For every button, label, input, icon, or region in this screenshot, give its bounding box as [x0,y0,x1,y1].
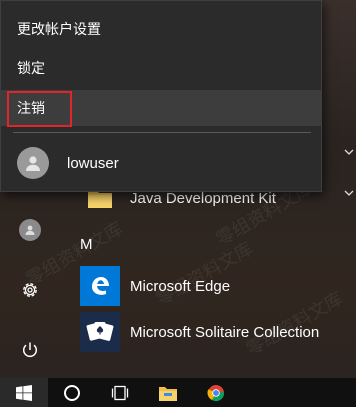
chevron-down-icon[interactable] [344,147,354,157]
app-label: Microsoft Edge [130,277,231,295]
avatar [17,147,49,179]
settings-gear-icon [23,283,37,297]
chevron-down-icon[interactable] [344,188,354,198]
rail-power-button[interactable] [10,330,50,370]
app-item-microsoft-edge[interactable]: Microsoft Edge [80,266,230,306]
menu-item-label: 更改帐户设置 [17,21,101,37]
chrome-icon [207,384,225,401]
current-user-row[interactable]: lowuser [1,141,321,185]
menu-item-label: 锁定 [17,60,45,76]
task-view-button[interactable] [96,378,144,407]
app-label: Java Development Kit [130,189,276,207]
taskbar [0,378,356,407]
menu-divider [13,132,311,133]
user-icon [19,219,41,241]
task-view-icon [111,385,129,400]
edge-icon [80,266,120,306]
start-left-rail [0,180,60,378]
app-item-microsoft-solitaire[interactable]: Microsoft Solitaire Collection [80,312,319,352]
start-button[interactable] [0,378,48,407]
file-explorer-button[interactable] [144,378,192,407]
section-letter-m[interactable]: M [80,236,93,253]
chrome-button[interactable] [192,378,240,407]
cortana-search-button[interactable] [48,378,96,407]
app-label: Microsoft Solitaire Collection [130,323,320,341]
menu-item-lock[interactable]: 锁定 [1,50,321,86]
rail-user-button[interactable] [10,210,50,250]
menu-item-change-account-settings[interactable]: 更改帐户设置 [1,11,321,47]
user-icon [26,156,40,171]
user-name: lowuser [67,154,119,172]
rail-settings-button[interactable] [10,270,50,310]
annotation-highlight-box [7,91,72,127]
solitaire-cards-icon [80,312,120,352]
file-explorer-icon [159,386,177,401]
account-context-menu: 更改帐户设置 锁定 注销 lowuser [0,0,322,192]
windows-start-icon [16,384,32,401]
cortana-circle-icon [64,384,80,401]
power-icon [22,342,38,358]
